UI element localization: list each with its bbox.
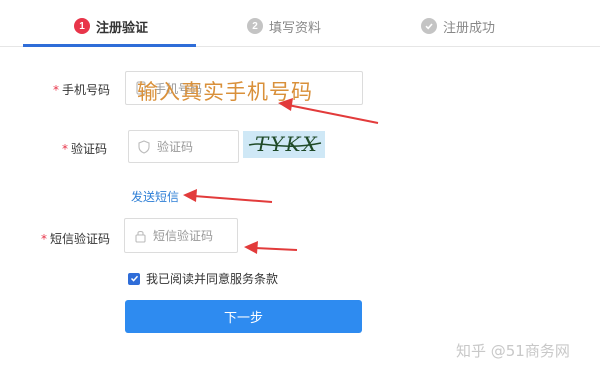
step-2-number: 2: [247, 18, 263, 34]
captcha-label: * 验证码: [17, 140, 107, 157]
required-mark: *: [61, 142, 68, 156]
step-3-label: 注册成功: [443, 20, 496, 36]
send-sms-link[interactable]: 发送短信: [131, 188, 179, 205]
shield-icon: [137, 139, 151, 154]
captcha-text: TYKX: [255, 132, 319, 156]
required-mark: *: [40, 232, 47, 246]
step-progress-bar: 1 注册验证 2 填写资料 注册成功: [0, 0, 600, 47]
captcha-input[interactable]: 验证码: [128, 130, 239, 163]
sms-code-label-text: 短信验证码: [49, 232, 110, 246]
arrow-captcha: [183, 189, 273, 203]
captcha-image[interactable]: TYKX: [243, 131, 325, 158]
lock-icon: [133, 229, 147, 243]
arrow-sms: [244, 241, 298, 254]
step-1-label: 注册验证: [96, 20, 149, 36]
required-mark: *: [52, 83, 59, 97]
next-step-button[interactable]: 下一步: [125, 300, 362, 333]
phone-label-text: 手机号码: [61, 83, 110, 97]
active-step-underline: [23, 44, 196, 47]
phone-annotation: 输入真实手机号码: [137, 80, 313, 104]
sms-code-input[interactable]: 短信验证码: [124, 218, 238, 253]
step-1-number: 1: [74, 18, 90, 34]
check-circle-icon: [421, 18, 437, 34]
captcha-label-text: 验证码: [70, 142, 107, 156]
checkbox-checked-icon[interactable]: [128, 272, 140, 285]
captcha-placeholder: 验证码: [157, 140, 194, 154]
agree-terms-label: 我已阅读并同意服务条款: [146, 272, 279, 286]
phone-label: * 手机号码: [20, 81, 110, 98]
zhihu-watermark: 知乎 @51商务网: [456, 342, 570, 360]
step-3: 注册成功: [421, 16, 495, 36]
step-1: 1 注册验证: [74, 16, 148, 36]
sms-code-placeholder: 短信验证码: [153, 229, 214, 243]
sms-code-label: * 短信验证码: [20, 230, 110, 247]
step-2-label: 填写资料: [269, 20, 322, 36]
step-2: 2 填写资料: [247, 16, 321, 36]
agree-terms[interactable]: 我已阅读并同意服务条款: [128, 270, 278, 287]
